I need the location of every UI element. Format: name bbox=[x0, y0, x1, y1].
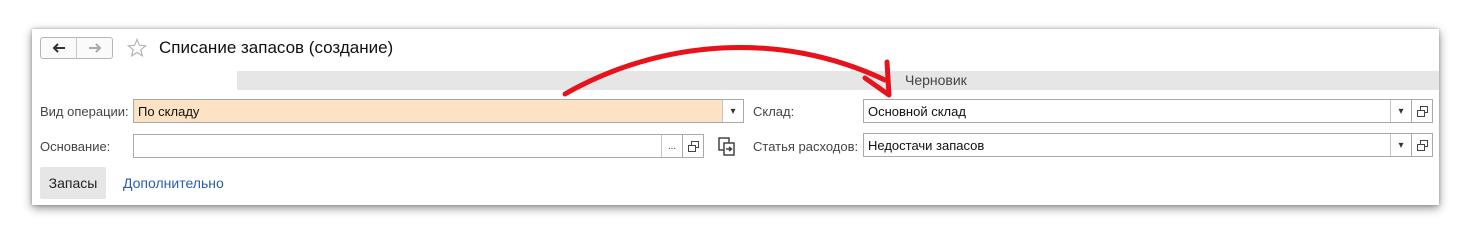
open-window-icon bbox=[687, 140, 699, 152]
star-icon bbox=[127, 38, 147, 58]
warehouse-field[interactable]: Основной склад ▾ bbox=[863, 99, 1412, 123]
document-status: Черновик bbox=[905, 72, 967, 88]
form-window: Списание запасов (создание) Черновик Вид… bbox=[32, 29, 1439, 205]
arrow-left-icon bbox=[52, 43, 65, 53]
arrow-right-icon bbox=[88, 43, 101, 53]
operation-type-field[interactable]: По складу ▾ bbox=[133, 99, 744, 123]
forward-button[interactable] bbox=[76, 38, 112, 58]
expense-item-value: Недостачи запасов bbox=[868, 137, 985, 153]
back-button[interactable] bbox=[41, 38, 76, 58]
status-bar bbox=[237, 71, 1439, 90]
basis-open-button[interactable] bbox=[683, 134, 704, 158]
warehouse-dropdown-button[interactable]: ▾ bbox=[1390, 100, 1411, 122]
copy-document-button[interactable] bbox=[716, 136, 738, 158]
expense-item-field[interactable]: Недостачи запасов ▾ bbox=[863, 133, 1412, 157]
basis-select-button[interactable]: ... bbox=[661, 135, 682, 157]
copy-arrow-icon bbox=[718, 137, 735, 156]
operation-type-value: По складу bbox=[134, 100, 722, 122]
expense-item-label: Статья расходов: bbox=[753, 139, 859, 154]
expense-item-open-button[interactable] bbox=[1412, 133, 1433, 157]
warehouse-value: Основной склад bbox=[868, 103, 966, 119]
open-window-icon bbox=[1416, 139, 1428, 151]
open-window-icon bbox=[1416, 105, 1428, 117]
basis-value bbox=[134, 135, 661, 157]
warehouse-open-button[interactable] bbox=[1412, 99, 1433, 123]
favorite-star-button[interactable] bbox=[126, 37, 148, 59]
warehouse-label: Склад: bbox=[753, 104, 795, 119]
operation-type-label: Вид операции: bbox=[40, 104, 129, 119]
operation-type-dropdown-button[interactable]: ▾ bbox=[722, 100, 743, 122]
tab-additional[interactable]: Дополнительно bbox=[123, 175, 224, 191]
expense-item-dropdown-button[interactable]: ▾ bbox=[1390, 134, 1411, 156]
navigation-buttons bbox=[40, 37, 113, 59]
page-title: Списание запасов (создание) bbox=[159, 38, 394, 57]
basis-field[interactable]: ... bbox=[133, 134, 683, 158]
tab-inventory[interactable]: Запасы bbox=[40, 167, 106, 199]
basis-label: Основание: bbox=[40, 139, 111, 154]
